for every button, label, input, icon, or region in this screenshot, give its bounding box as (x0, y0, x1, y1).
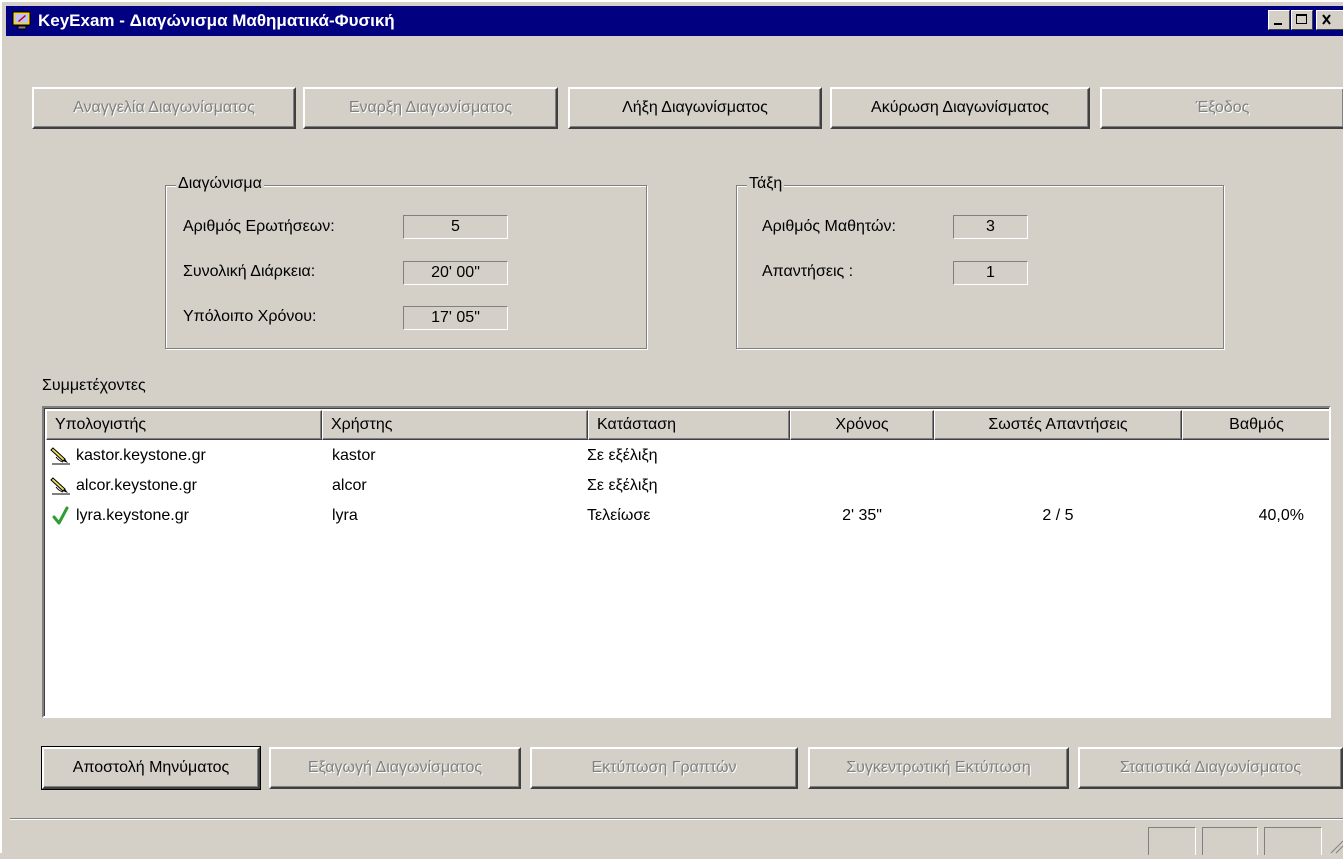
exit-button[interactable]: Έξοδος (1100, 87, 1343, 129)
close-button[interactable] (1316, 10, 1343, 30)
app-monitor-icon[interactable] (12, 11, 32, 31)
window-title: KeyExam - Διαγώνισμα Μαθηματικά-Φυσική (38, 11, 395, 30)
column-header-correct-answers[interactable]: Σωστές Απαντήσεις (934, 410, 1182, 440)
maximize-icon (1296, 14, 1307, 24)
column-header-grade[interactable]: Βαθμός (1182, 410, 1329, 440)
close-icon (1322, 14, 1331, 25)
row-time: 2' 35" (842, 507, 882, 524)
exam-statistics-button[interactable]: Στατιστικά Διαγωνίσματος (1078, 747, 1343, 789)
resize-grip-icon[interactable] (1328, 838, 1343, 854)
row-grade: 40,0% (1258, 507, 1304, 524)
checkmark-icon (50, 506, 72, 526)
column-header-computer[interactable]: Υπολογιστής (46, 410, 322, 440)
row-computer: alcor.keystone.gr (76, 477, 197, 494)
main-window: KeyExam - Διαγώνισμα Μαθηματικά-Φυσική Α… (0, 0, 1343, 855)
summary-print-button[interactable]: Συγκεντρωτική Εκτύπωση (808, 747, 1069, 789)
column-header-user[interactable]: Χρήστης (322, 410, 588, 440)
duration-value: 20' 00" (403, 261, 508, 285)
row-status: Σε εξέλιξη (587, 447, 658, 464)
remaining-time-value: 17' 05" (403, 306, 508, 330)
class-group-label: Τάξη (747, 175, 785, 193)
row-computer: lyra.keystone.gr (76, 507, 189, 524)
send-message-button[interactable]: Αποστολή Μηνύματος (41, 746, 261, 790)
maximize-button[interactable] (1291, 10, 1313, 30)
minimize-icon (1274, 23, 1282, 25)
minimize-button[interactable] (1268, 10, 1290, 30)
print-papers-button[interactable]: Εκτύπωση Γραπτών (530, 747, 798, 789)
row-user: alcor (332, 477, 367, 494)
table-row[interactable]: lyra.keystone.gr lyra Τελείωσε 2' 35" 2 … (46, 501, 1329, 531)
status-panel (1148, 827, 1196, 855)
pencil-writing-icon (50, 476, 72, 496)
row-computer: kastor.keystone.gr (76, 447, 206, 464)
row-status: Τελείωσε (587, 507, 651, 524)
row-correct: 2 / 5 (1042, 507, 1074, 524)
row-user: lyra (332, 507, 358, 524)
duration-label: Συνολική Διάρκεια: (183, 263, 316, 280)
status-bar-separator (10, 818, 1343, 820)
export-exam-button[interactable]: Εξαγωγή Διαγωνίσματος (269, 747, 521, 789)
table-row[interactable]: alcor.keystone.gr alcor Σε εξέλιξη (46, 471, 1329, 501)
cancel-exam-button[interactable]: Ακύρωση Διαγωνίσματος (830, 87, 1090, 129)
column-header-status[interactable]: Κατάσταση (588, 410, 790, 440)
table-row[interactable]: kastor.keystone.gr kastor Σε εξέλιξη (46, 441, 1329, 471)
row-user: kastor (332, 447, 376, 464)
answers-value: 1 (953, 261, 1028, 285)
participants-label: Συμμετέχοντες (42, 377, 146, 394)
row-status: Σε εξέλιξη (587, 477, 658, 494)
status-panel (1264, 827, 1322, 855)
pencil-writing-icon (50, 446, 72, 466)
remaining-time-label: Υπόλοιπο Χρόνου: (183, 308, 317, 325)
questions-value: 5 (403, 215, 508, 239)
answers-label: Απαντήσεις : (762, 263, 854, 280)
status-bar (10, 822, 1343, 855)
exam-group-label: Διαγώνισμα (176, 175, 264, 193)
students-count-label: Αριθμός Μαθητών: (762, 218, 896, 235)
end-exam-button[interactable]: Λήξη Διαγωνίσματος (568, 87, 822, 129)
students-count-value: 3 (953, 215, 1028, 239)
participants-listview[interactable]: Υπολογιστής Χρήστης Κατάσταση Χρόνος Σωσ… (42, 406, 1331, 718)
status-panel (1202, 827, 1258, 855)
announce-exam-button[interactable]: Αναγγελία Διαγωνίσματος (32, 87, 296, 129)
start-exam-button[interactable]: Εναρξη Διαγωνίσματος (303, 87, 558, 129)
questions-label: Αριθμός Ερωτήσεων: (183, 218, 335, 235)
column-header-time[interactable]: Χρόνος (790, 410, 934, 440)
list-header: Υπολογιστής Χρήστης Κατάσταση Χρόνος Σωσ… (46, 410, 1329, 440)
title-bar[interactable]: KeyExam - Διαγώνισμα Μαθηματικά-Φυσική (6, 6, 1343, 36)
